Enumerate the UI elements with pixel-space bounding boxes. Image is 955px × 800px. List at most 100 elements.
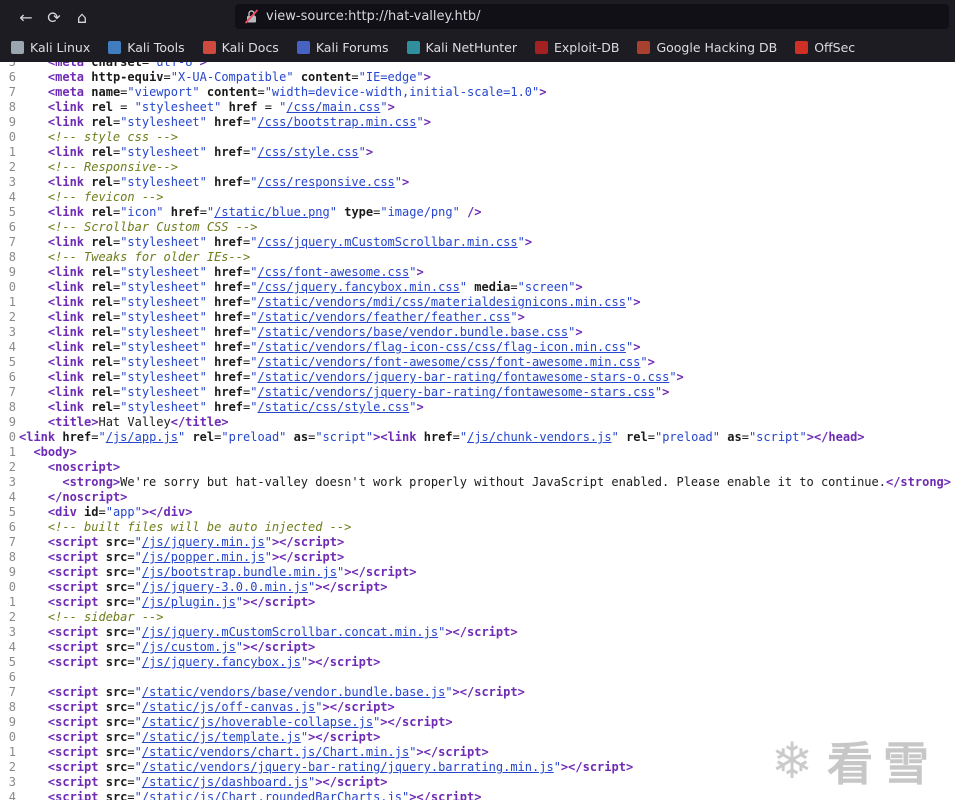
source-link[interactable]: /static/vendors/jquery-bar-rating/fontaw… <box>258 370 670 384</box>
source-link[interactable]: /css/jquery.fancybox.min.css <box>258 280 460 294</box>
source-link[interactable]: /static/vendors/feather/feather.css <box>258 310 511 324</box>
text <box>19 550 48 564</box>
bookmark-exploit-db[interactable]: Exploit-DB <box>526 37 628 58</box>
source-link[interactable]: /static/js/hoverable-collapse.js <box>142 715 373 729</box>
source-link[interactable]: /js/plugin.js <box>142 595 236 609</box>
attribute-name: src <box>105 685 128 699</box>
source-link[interactable]: /static/blue.png <box>214 205 330 219</box>
source-link[interactable]: /static/vendors/base/vendor.bundle.base.… <box>142 685 445 699</box>
attribute-value: "utf-8" <box>149 62 200 69</box>
source-link[interactable]: /js/chunk-vendors.js <box>467 430 612 444</box>
source-link[interactable]: /static/vendors/chart.js/Chart.min.js <box>142 745 409 759</box>
attribute-value: " <box>98 430 106 444</box>
source-link[interactable]: /static/vendors/jquery-bar-rating/fontaw… <box>258 385 655 399</box>
source-line: 17 <link rel="stylesheet" href="/css/jqu… <box>0 235 955 250</box>
tag: <link <box>47 385 85 399</box>
text <box>19 760 48 774</box>
attribute-value: "stylesheet" <box>120 265 207 279</box>
bookmark-kali-tools[interactable]: Kali Tools <box>99 37 193 58</box>
text <box>19 220 48 234</box>
text <box>19 325 48 339</box>
url-bar[interactable]: view-source:http://hat-valley.htb/ <box>235 4 949 29</box>
source-link[interactable]: /static/vendors/jquery-bar-rating/jquery… <box>142 760 554 774</box>
attribute-name: type <box>344 205 374 219</box>
text <box>98 715 105 729</box>
attribute-value: "script" <box>315 430 374 444</box>
source-link[interactable]: /js/popper.min.js <box>142 550 265 564</box>
source-link[interactable]: /js/jquery.mCustomScrollbar.concat.min.j… <box>142 625 438 639</box>
source-link[interactable]: /css/font-awesome.css <box>258 265 410 279</box>
line-number: 49 <box>8 715 16 729</box>
source-link[interactable]: /js/jquery.min.js <box>142 535 265 549</box>
line-number: 45 <box>8 655 16 669</box>
line-number: 28 <box>8 400 16 414</box>
source-link[interactable]: /css/jquery.mCustomScrollbar.min.css <box>258 235 518 249</box>
source-line-code: <!-- style css --> <box>19 130 178 145</box>
source-line: 13 <link rel="stylesheet" href="/css/res… <box>0 175 955 190</box>
source-link[interactable]: /static/vendors/flag-icon-css/css/flag-i… <box>258 340 626 354</box>
source-line-code: <noscript> <box>19 460 120 475</box>
bookmark-google-hacking-db[interactable]: Google Hacking DB <box>628 37 786 58</box>
source-link[interactable]: /js/bootstrap.bundle.min.js <box>142 565 337 579</box>
source-line-code: <link href="/js/app.js" rel="preload" as… <box>19 430 865 445</box>
text <box>221 100 228 114</box>
source-link[interactable]: /static/vendors/base/vendor.bundle.base.… <box>258 325 569 339</box>
source-link[interactable]: /css/responsive.css <box>258 175 395 189</box>
source-link[interactable]: /static/js/dashboard.js <box>142 775 308 789</box>
source-link[interactable]: /static/css/style.css <box>258 400 410 414</box>
source-line-code: <!-- Responsive--> <box>19 160 178 175</box>
line-number: 30 <box>8 430 16 444</box>
reload-button[interactable]: ⟳ <box>40 4 68 30</box>
source-code: 5 <meta charset="utf-8"> 6 <meta http-equ… <box>0 62 955 800</box>
source-link[interactable]: /static/vendors/font-awesome/css/font-aw… <box>258 355 641 369</box>
line-number: 44 <box>8 640 16 654</box>
bookmark-offsec[interactable]: OffSec <box>786 37 864 58</box>
attribute-value: "width=device-width,initial-scale=1.0" <box>264 85 540 99</box>
attribute-value: "stylesheet" <box>120 400 207 414</box>
source-line-code: <link rel="stylesheet" href="/css/jquery… <box>19 235 532 250</box>
bookmark-kali-forums[interactable]: Kali Forums <box>288 37 398 58</box>
home-button[interactable]: ⌂ <box>68 4 96 30</box>
back-button[interactable]: ← <box>12 4 40 30</box>
source-link[interactable]: /static/vendors/mdi/css/materialdesignic… <box>258 295 626 309</box>
source-link[interactable]: /js/custom.js <box>142 640 236 654</box>
attribute-name: rel <box>91 235 113 249</box>
attribute-name: src <box>105 745 128 759</box>
text <box>19 505 48 519</box>
navigation-toolbar: ← ⟳ ⌂ view-source:http://hat-valley.htb/ <box>0 0 955 33</box>
attribute-name: href <box>214 175 244 189</box>
source-link[interactable]: /css/style.css <box>258 145 359 159</box>
attribute-value: " <box>250 115 258 129</box>
text: = <box>127 745 135 759</box>
source-link[interactable]: /static/js/Chart.roundedBarCharts.js <box>142 790 402 800</box>
tag: > <box>423 115 431 129</box>
source-link[interactable]: /css/bootstrap.min.css <box>258 115 417 129</box>
source-link[interactable]: /js/jquery.fancybox.js <box>142 655 301 669</box>
source-line-code: <link rel="stylesheet" href="/css/font-a… <box>19 265 424 280</box>
text <box>98 760 105 774</box>
tag: <link <box>47 280 85 294</box>
bookmark-kali-linux[interactable]: Kali Linux <box>2 37 99 58</box>
tag: <link <box>47 115 85 129</box>
attribute-name: rel <box>91 400 113 414</box>
source-line: 35 <div id="app"></div> <box>0 505 955 520</box>
text <box>98 730 105 744</box>
source-link[interactable]: /js/app.js <box>106 430 178 444</box>
attribute-value: "IE=edge" <box>358 70 424 84</box>
source-link[interactable]: /js/jquery-3.0.0.min.js <box>142 580 308 594</box>
attribute-value: " <box>134 550 142 564</box>
bookmark-kali-nethunter[interactable]: Kali NetHunter <box>398 37 526 58</box>
source-line: 33 <strong>We're sorry but hat-valley do… <box>0 475 955 490</box>
source-link[interactable]: /static/js/template.js <box>142 730 301 744</box>
attribute-name: rel <box>626 430 648 444</box>
text: = <box>127 625 135 639</box>
source-link[interactable]: /static/js/off-canvas.js <box>142 700 315 714</box>
source-link[interactable]: /css/main.css <box>286 100 380 114</box>
attribute-name: id <box>84 505 99 519</box>
text: = <box>257 100 280 114</box>
attribute-name: src <box>105 550 128 564</box>
source-line-code: <meta name="viewport" content="width=dev… <box>19 85 547 100</box>
attribute-name: rel <box>91 115 113 129</box>
attribute-value: " <box>250 265 258 279</box>
bookmark-kali-docs[interactable]: Kali Docs <box>194 37 288 58</box>
